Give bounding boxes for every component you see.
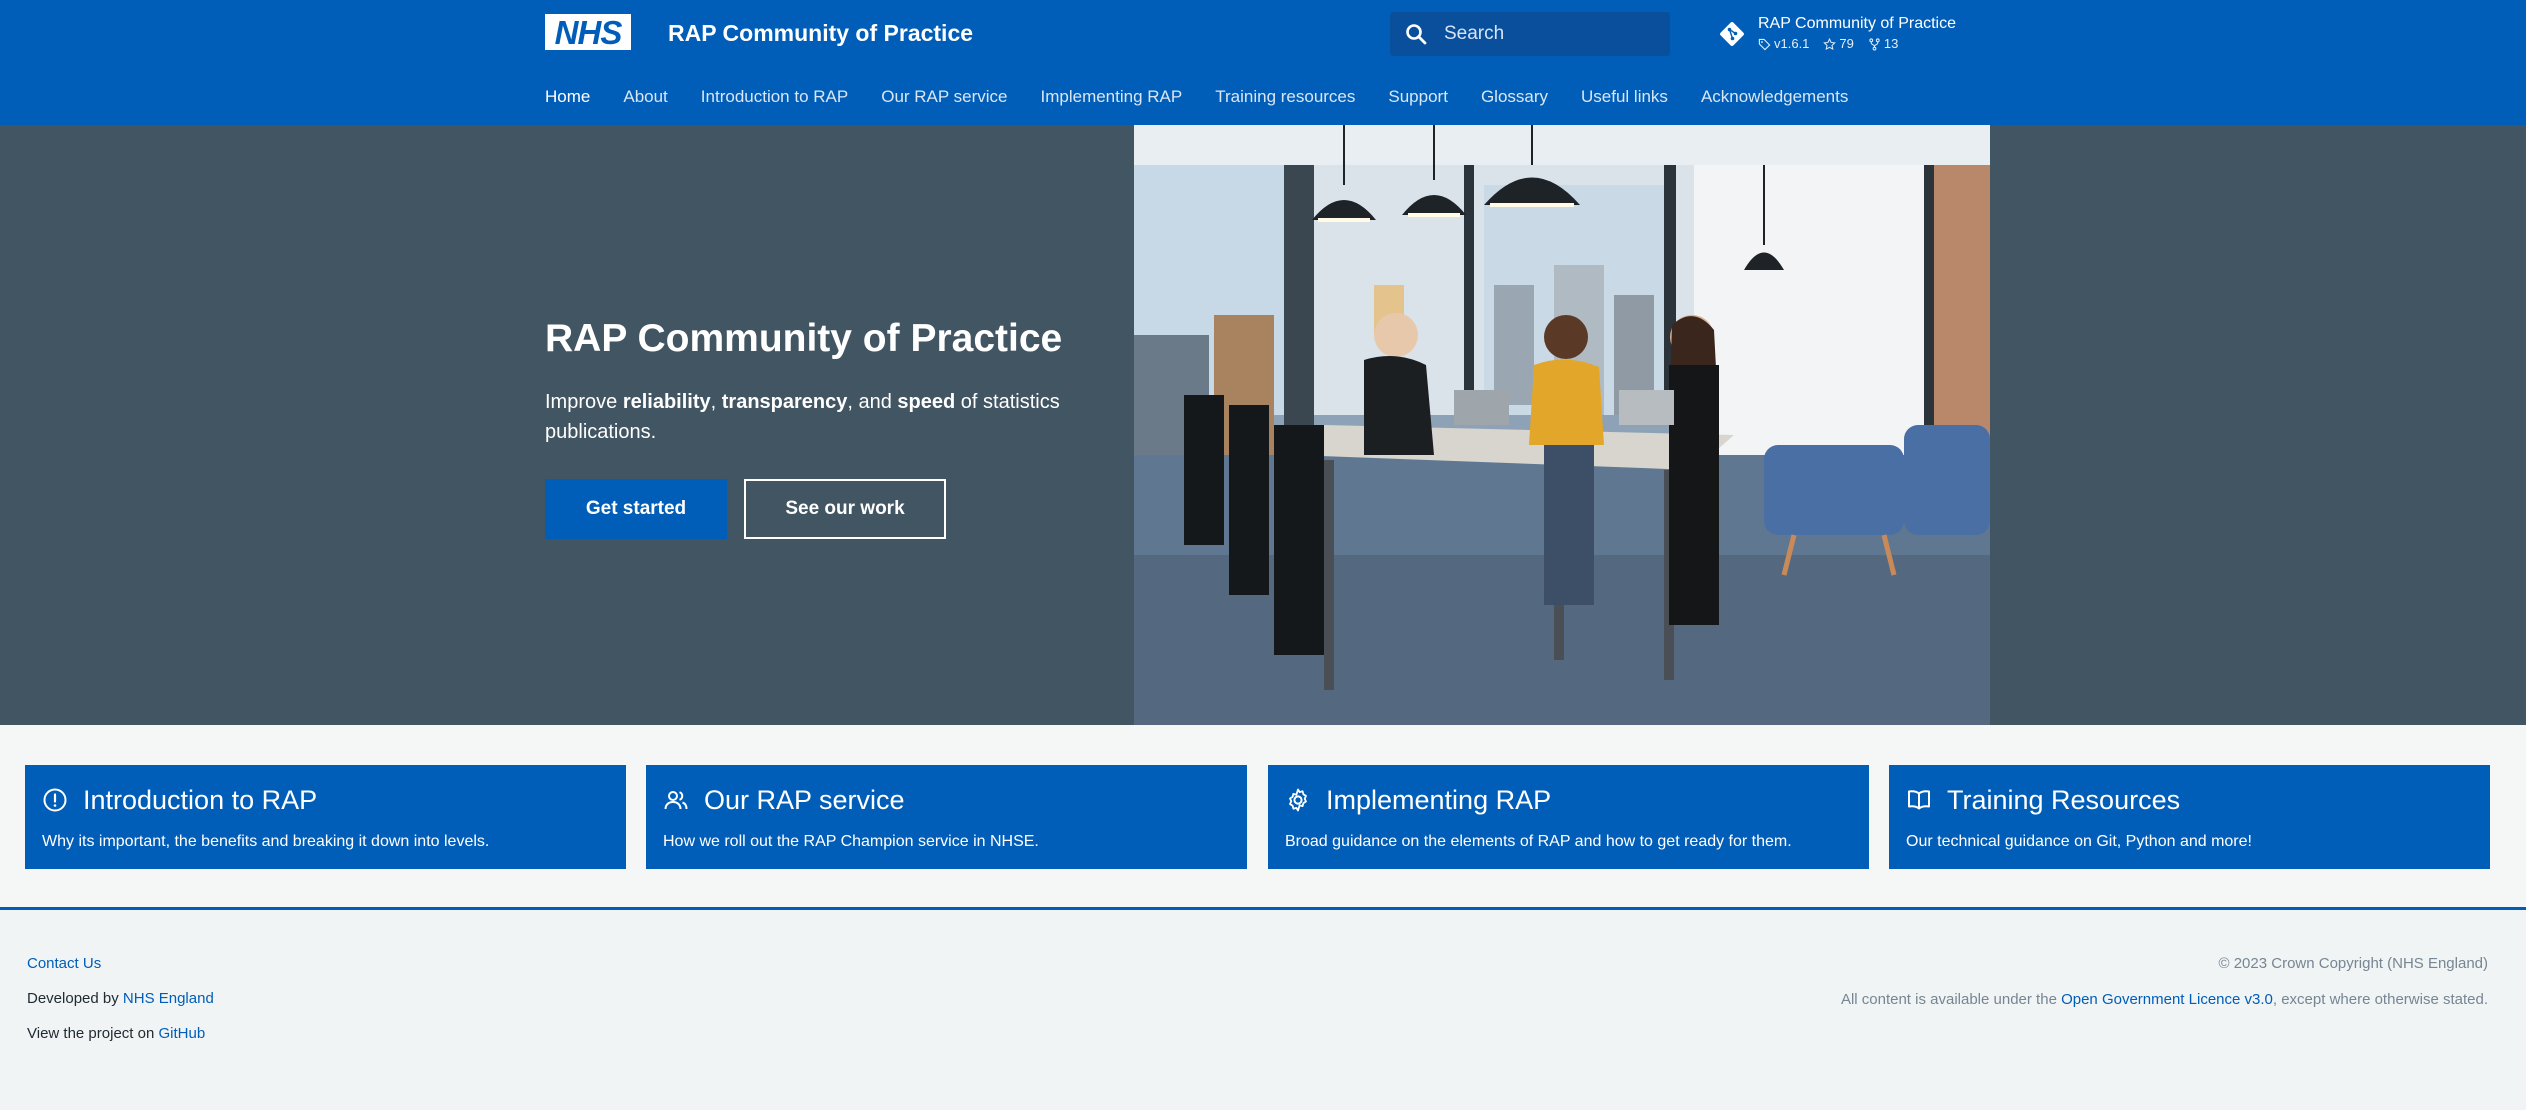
contact-us-link[interactable]: Contact Us <box>27 955 101 972</box>
card-training-resources[interactable]: Training Resources Our technical guidanc… <box>1889 765 2490 869</box>
tab-training-resources[interactable]: Training resources <box>1215 86 1355 108</box>
hero-title: RAP Community of Practice <box>545 317 1063 360</box>
card-title: Implementing RAP <box>1326 785 1552 815</box>
footer-developed-row: Developed by NHS England <box>27 989 214 1009</box>
nav-tabs: Home About Introduction to RAP Our RAP s… <box>545 86 1881 108</box>
repo-source-link[interactable]: RAP Community of Practice v1.6.1 79 13 <box>1718 14 1956 54</box>
repo-stars: 79 <box>1839 36 1854 51</box>
card-description: Broad guidance on the elements of RAP an… <box>1285 833 1792 850</box>
card-title: Training Resources <box>1947 785 2181 815</box>
copyright-text: © 2023 Crown Copyright (NHS England) <box>2218 955 2488 972</box>
footer-contact-row: Contact Us <box>27 954 101 974</box>
stars-fact: 79 <box>1823 36 1854 52</box>
nhs-england-link[interactable]: NHS England <box>123 990 214 1007</box>
gear-icon <box>1289 788 1307 812</box>
search-box[interactable] <box>1390 12 1670 56</box>
card-title: Introduction to RAP <box>83 785 318 815</box>
tag-icon <box>1758 38 1771 50</box>
card-title: Our RAP service <box>704 785 905 815</box>
card-description: How we roll out the RAP Champion service… <box>663 833 1039 850</box>
licence-row: All content is available under the Open … <box>1841 990 2488 1010</box>
tab-introduction-to-rap[interactable]: Introduction to RAP <box>701 86 848 108</box>
hero-lead: Improve reliability, transparency, and s… <box>545 391 1060 443</box>
office-meeting-illustration <box>1134 125 1990 725</box>
ogl-licence-link[interactable]: Open Government Licence v3.0 <box>2061 991 2273 1008</box>
get-started-button[interactable]: Get started <box>545 479 727 539</box>
hero-section: RAP Community of Practice Improve reliab… <box>0 125 2526 725</box>
hero-photo <box>1134 125 1990 725</box>
repo-forks: 13 <box>1883 36 1899 51</box>
card-introduction-to-rap[interactable]: Introduction to RAP Why its important, t… <box>25 765 626 869</box>
people-icon <box>664 791 688 810</box>
tab-useful-links[interactable]: Useful links <box>1581 86 1668 108</box>
tab-support[interactable]: Support <box>1388 86 1448 108</box>
view-project-text: View the project on <box>27 1025 159 1042</box>
card-description: Why its important, the benefits and brea… <box>42 833 490 850</box>
git-icon <box>1720 22 1744 46</box>
version-fact: v1.6.1 <box>1758 36 1809 52</box>
licence-suffix: , except where otherwise stated. <box>2272 991 2488 1008</box>
licence-prefix: All content is available under the <box>1840 991 2062 1008</box>
book-icon <box>1908 790 1930 810</box>
repo-version: v1.6.1 <box>1774 36 1810 51</box>
feature-cards: Introduction to RAP Why its important, t… <box>25 765 2491 869</box>
tab-acknowledgements[interactable]: Acknowledgements <box>1701 86 1848 108</box>
tab-our-rap-service[interactable]: Our RAP service <box>881 86 1007 108</box>
site-header: NHS RAP Community of Practice RAP Commun… <box>0 0 2526 125</box>
repo-facts: v1.6.1 79 13 <box>1758 36 1956 52</box>
tab-home[interactable]: Home <box>545 86 590 108</box>
tab-glossary[interactable]: Glossary <box>1481 86 1548 108</box>
search-icon <box>1406 24 1427 45</box>
tab-implementing-rap[interactable]: Implementing RAP <box>1041 86 1183 108</box>
star-icon <box>1823 37 1837 50</box>
forks-fact: 13 <box>1868 36 1898 52</box>
card-implementing-rap[interactable]: Implementing RAP Broad guidance on the e… <box>1268 765 1869 869</box>
nhs-logo[interactable]: NHS <box>545 14 631 50</box>
footer-project-row: View the project on GitHub <box>27 1024 205 1044</box>
alert-circle-icon <box>43 788 67 812</box>
tab-about[interactable]: About <box>623 86 667 108</box>
see-our-work-button[interactable]: See our work <box>744 479 946 539</box>
fork-icon <box>1869 37 1880 51</box>
site-footer: Contact Us Developed by NHS England View… <box>0 910 2526 1110</box>
search-input[interactable] <box>1442 22 1666 46</box>
github-link[interactable]: GitHub <box>158 1025 205 1042</box>
site-title[interactable]: RAP Community of Practice <box>668 18 973 48</box>
developed-by-text: Developed by <box>27 990 123 1007</box>
nhs-logo-text: NHS <box>554 13 623 51</box>
card-description: Our technical guidance on Git, Python an… <box>1906 833 2252 850</box>
card-our-rap-service[interactable]: Our RAP service How we roll out the RAP … <box>646 765 1247 869</box>
repo-name: RAP Community of Practice <box>1758 15 1956 32</box>
